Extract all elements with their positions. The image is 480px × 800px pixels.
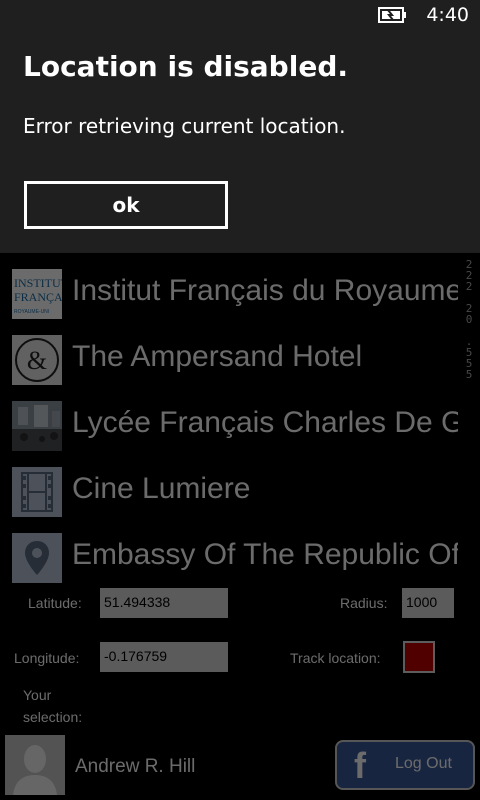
dialog-title: Location is disabled. — [23, 50, 348, 83]
facebook-icon: f — [354, 745, 366, 786]
selection-label-line1: Your — [23, 687, 52, 703]
longitude-label: Longitude: — [14, 650, 80, 666]
facebook-logout-button[interactable]: f Log Out — [335, 740, 475, 790]
latitude-field[interactable]: 51.494338 — [100, 588, 228, 618]
logout-label: Log Out — [395, 755, 452, 772]
institut-logo-text-2: FRANÇAIS — [14, 290, 62, 304]
avatar-placeholder-icon — [5, 735, 65, 795]
list-item-label: Cine Lumiere — [72, 472, 251, 505]
svg-text:&: & — [27, 346, 47, 375]
status-clock: 4:40 — [426, 4, 469, 26]
track-location-label: Track location: — [290, 650, 381, 666]
user-name: Andrew R. Hill — [75, 756, 196, 777]
list-item[interactable]: Lycée Français Charles De Gaulle — [0, 401, 458, 453]
location-disabled-dialog: Location is disabled. Error retrieving c… — [0, 32, 480, 253]
places-list[interactable]: INSTITUT FRANÇAIS ROYAUME-UNI Institut F… — [0, 267, 458, 589]
institut-logo-thumbnail: INSTITUT FRANÇAIS ROYAUME-UNI — [12, 269, 62, 319]
dialog-message: Error retrieving current location. — [23, 114, 346, 138]
scroll-position-readout: 22220.555 — [465, 258, 473, 381]
list-item-label: Embassy Of The Republic Of — [72, 538, 458, 571]
institut-logo-text-3: ROYAUME-UNI — [14, 309, 49, 315]
track-location-checkbox[interactable] — [403, 641, 435, 673]
longitude-field[interactable]: -0.176759 — [100, 642, 228, 672]
list-item[interactable]: INSTITUT FRANÇAIS ROYAUME-UNI Institut F… — [0, 269, 458, 321]
battery-charging-icon — [378, 7, 406, 23]
selection-label-line2: selection: — [23, 709, 83, 725]
status-bar: 4:40 — [0, 0, 480, 32]
lycee-photo-thumbnail — [12, 401, 62, 451]
list-item[interactable]: & The Ampersand Hotel — [0, 335, 458, 387]
main-page: INSTITUT FRANÇAIS ROYAUME-UNI Institut F… — [0, 253, 480, 800]
radius-field[interactable]: 1000 — [402, 588, 454, 618]
list-item[interactable]: Cine Lumiere — [0, 467, 458, 519]
institut-logo-text-1: INSTITUT — [14, 276, 62, 290]
film-strip-icon — [12, 467, 62, 517]
list-item-label: Institut Français du Royaume-Uni — [72, 274, 458, 307]
list-item-label: The Ampersand Hotel — [72, 340, 363, 373]
ok-button[interactable]: ok — [24, 181, 228, 229]
ampersand-icon: & — [12, 335, 62, 385]
list-item[interactable]: Embassy Of The Republic Of — [0, 533, 458, 585]
radius-label: Radius: — [340, 595, 388, 611]
map-pin-icon — [12, 533, 62, 583]
latitude-label: Latitude: — [28, 595, 82, 611]
list-item-label: Lycée Français Charles De Gaulle — [72, 406, 458, 439]
